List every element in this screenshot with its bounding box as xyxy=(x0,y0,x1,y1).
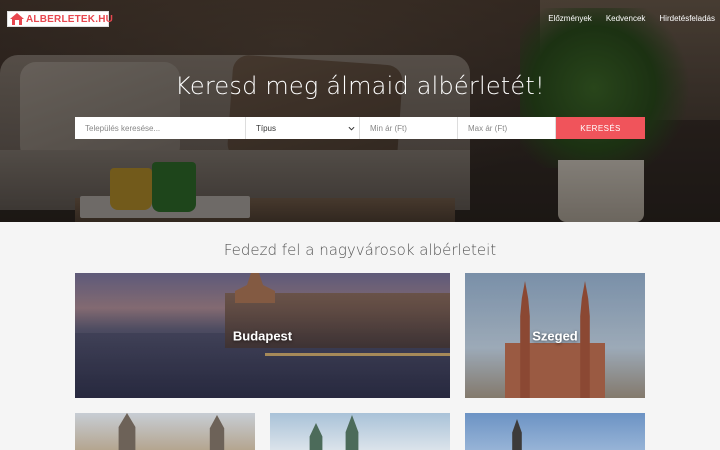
hero-headline: Keresd meg álmaid albérletét! xyxy=(175,72,545,100)
search-bar: Település keresése... Típus Min ár (Ft) … xyxy=(75,117,645,139)
nav-post-ad-link[interactable]: Hirdetésfeladás xyxy=(659,14,715,23)
type-select[interactable]: Típus xyxy=(246,117,360,139)
city-search-input[interactable]: Település keresése... xyxy=(75,117,246,139)
hero-banner xyxy=(0,0,720,222)
min-price-input[interactable]: Min ár (Ft) xyxy=(360,117,458,139)
cities-section-title: Fedezd fel a nagyvárosok albérleteit xyxy=(223,241,497,259)
city-card[interactable] xyxy=(75,413,255,450)
city-card-budapest[interactable]: Budapest xyxy=(75,273,450,398)
chevron-down-icon xyxy=(348,126,355,131)
building-spire xyxy=(512,419,522,450)
logo-text: ALBERLETEK.HU xyxy=(26,13,114,25)
building-tower xyxy=(209,415,225,450)
city-card-szeged[interactable]: Szeged xyxy=(465,273,645,398)
nav-favorites-link[interactable]: Kedvencek xyxy=(606,14,646,23)
type-select-value: Típus xyxy=(256,123,277,133)
top-nav: Előzmények Kedvencek Hirdetésfeladás xyxy=(548,14,715,23)
building-tower xyxy=(309,423,323,450)
building-tower xyxy=(345,415,359,450)
city-card-label: Szeged xyxy=(532,328,578,343)
city-card[interactable] xyxy=(465,413,645,450)
hero-overlay xyxy=(0,0,720,222)
house-icon xyxy=(10,13,24,25)
nav-history-link[interactable]: Előzmények xyxy=(548,14,592,23)
city-card-label: Budapest xyxy=(232,328,293,343)
max-price-input[interactable]: Max ár (Ft) xyxy=(458,117,556,139)
search-button[interactable]: KERESÉS xyxy=(556,117,645,139)
site-logo[interactable]: ALBERLETEK.HU xyxy=(7,11,113,27)
city-card[interactable] xyxy=(270,413,450,450)
building-tower xyxy=(118,413,136,450)
